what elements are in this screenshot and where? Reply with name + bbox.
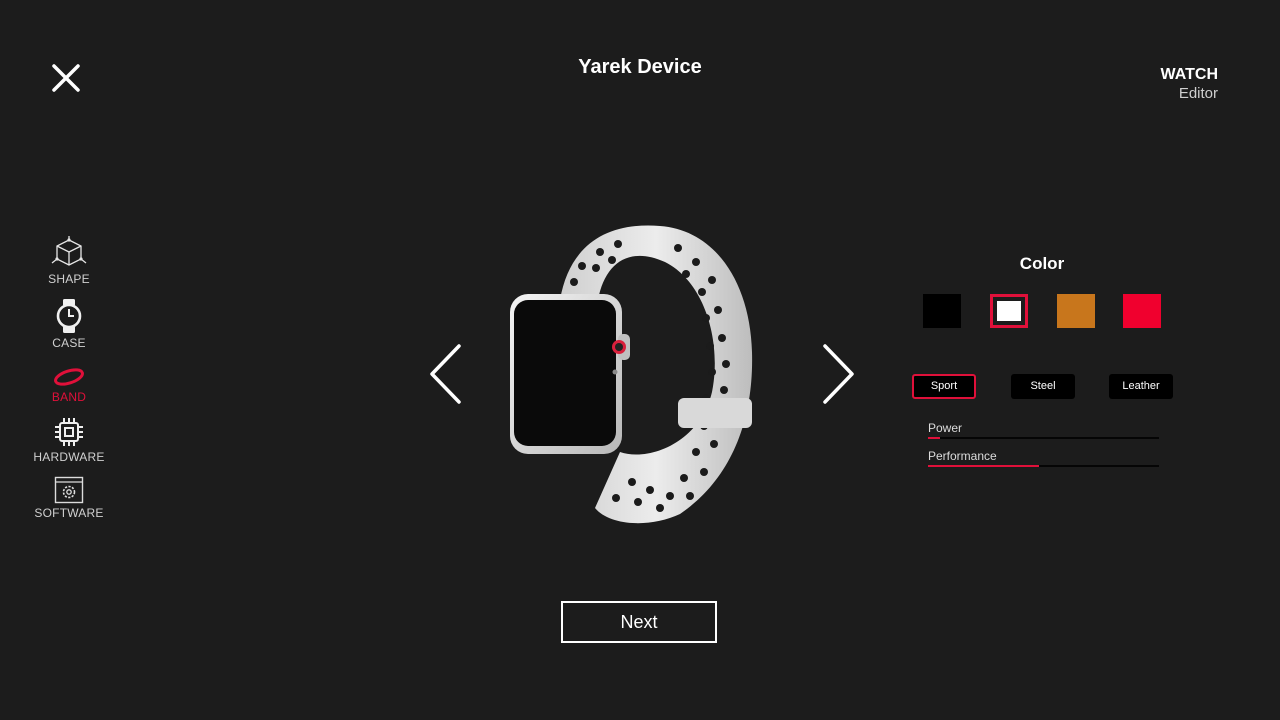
software-gear-icon <box>54 476 84 504</box>
swatch-orange[interactable] <box>1057 294 1095 328</box>
stat-performance-label: Performance <box>928 449 997 463</box>
stat-performance-fill <box>928 465 1039 467</box>
sidebar-item-label: SHAPE <box>48 272 90 286</box>
color-section-title: Color <box>1019 254 1065 273</box>
app-brand: WATCH Editor <box>1161 66 1218 103</box>
stat-power-bar <box>928 437 1159 439</box>
next-button[interactable]: Next <box>561 601 717 643</box>
sidebar-item-label: CASE <box>52 336 86 350</box>
sidebar-item-label: SOFTWARE <box>34 506 104 520</box>
swatch-black[interactable] <box>923 294 961 328</box>
brand-sub: Editor <box>1178 85 1218 102</box>
material-sport-button[interactable]: Sport <box>912 374 976 399</box>
material-leather-button[interactable]: Leather <box>1109 374 1173 399</box>
swatch-white[interactable] <box>990 294 1028 328</box>
stat-power-label: Power <box>928 421 963 435</box>
sidebar-item-case[interactable]: CASE <box>30 298 108 350</box>
stat-performance-bar <box>928 465 1159 467</box>
material-steel-button[interactable]: Steel <box>1011 374 1075 399</box>
sidebar-item-shape[interactable]: SHAPE <box>30 236 108 286</box>
watch-case-icon <box>56 299 82 333</box>
chevron-right-icon <box>823 344 854 404</box>
chevron-left-icon <box>430 344 461 404</box>
swatch-white-fill <box>997 301 1021 321</box>
sidebar-item-band[interactable]: BAND <box>30 366 108 404</box>
watch-preview <box>500 222 760 528</box>
sidebar-item-software[interactable]: SOFTWARE <box>30 476 108 520</box>
page-title: Yarek Device <box>578 56 702 78</box>
band-loop-icon <box>54 368 84 386</box>
brand-main: WATCH <box>1160 66 1218 83</box>
sidebar-item-label: BAND <box>51 390 87 404</box>
cube-icon <box>51 236 87 266</box>
sidebar-item-hardware[interactable]: HARDWARE <box>30 416 108 464</box>
watch-image <box>510 225 753 524</box>
next-arrow-button[interactable] <box>818 343 858 405</box>
sidebar-item-label: HARDWARE <box>33 450 105 464</box>
swatch-red[interactable] <box>1123 294 1161 328</box>
stat-power-fill <box>928 437 940 439</box>
chip-icon <box>55 418 83 446</box>
previous-arrow-button[interactable] <box>426 343 466 405</box>
